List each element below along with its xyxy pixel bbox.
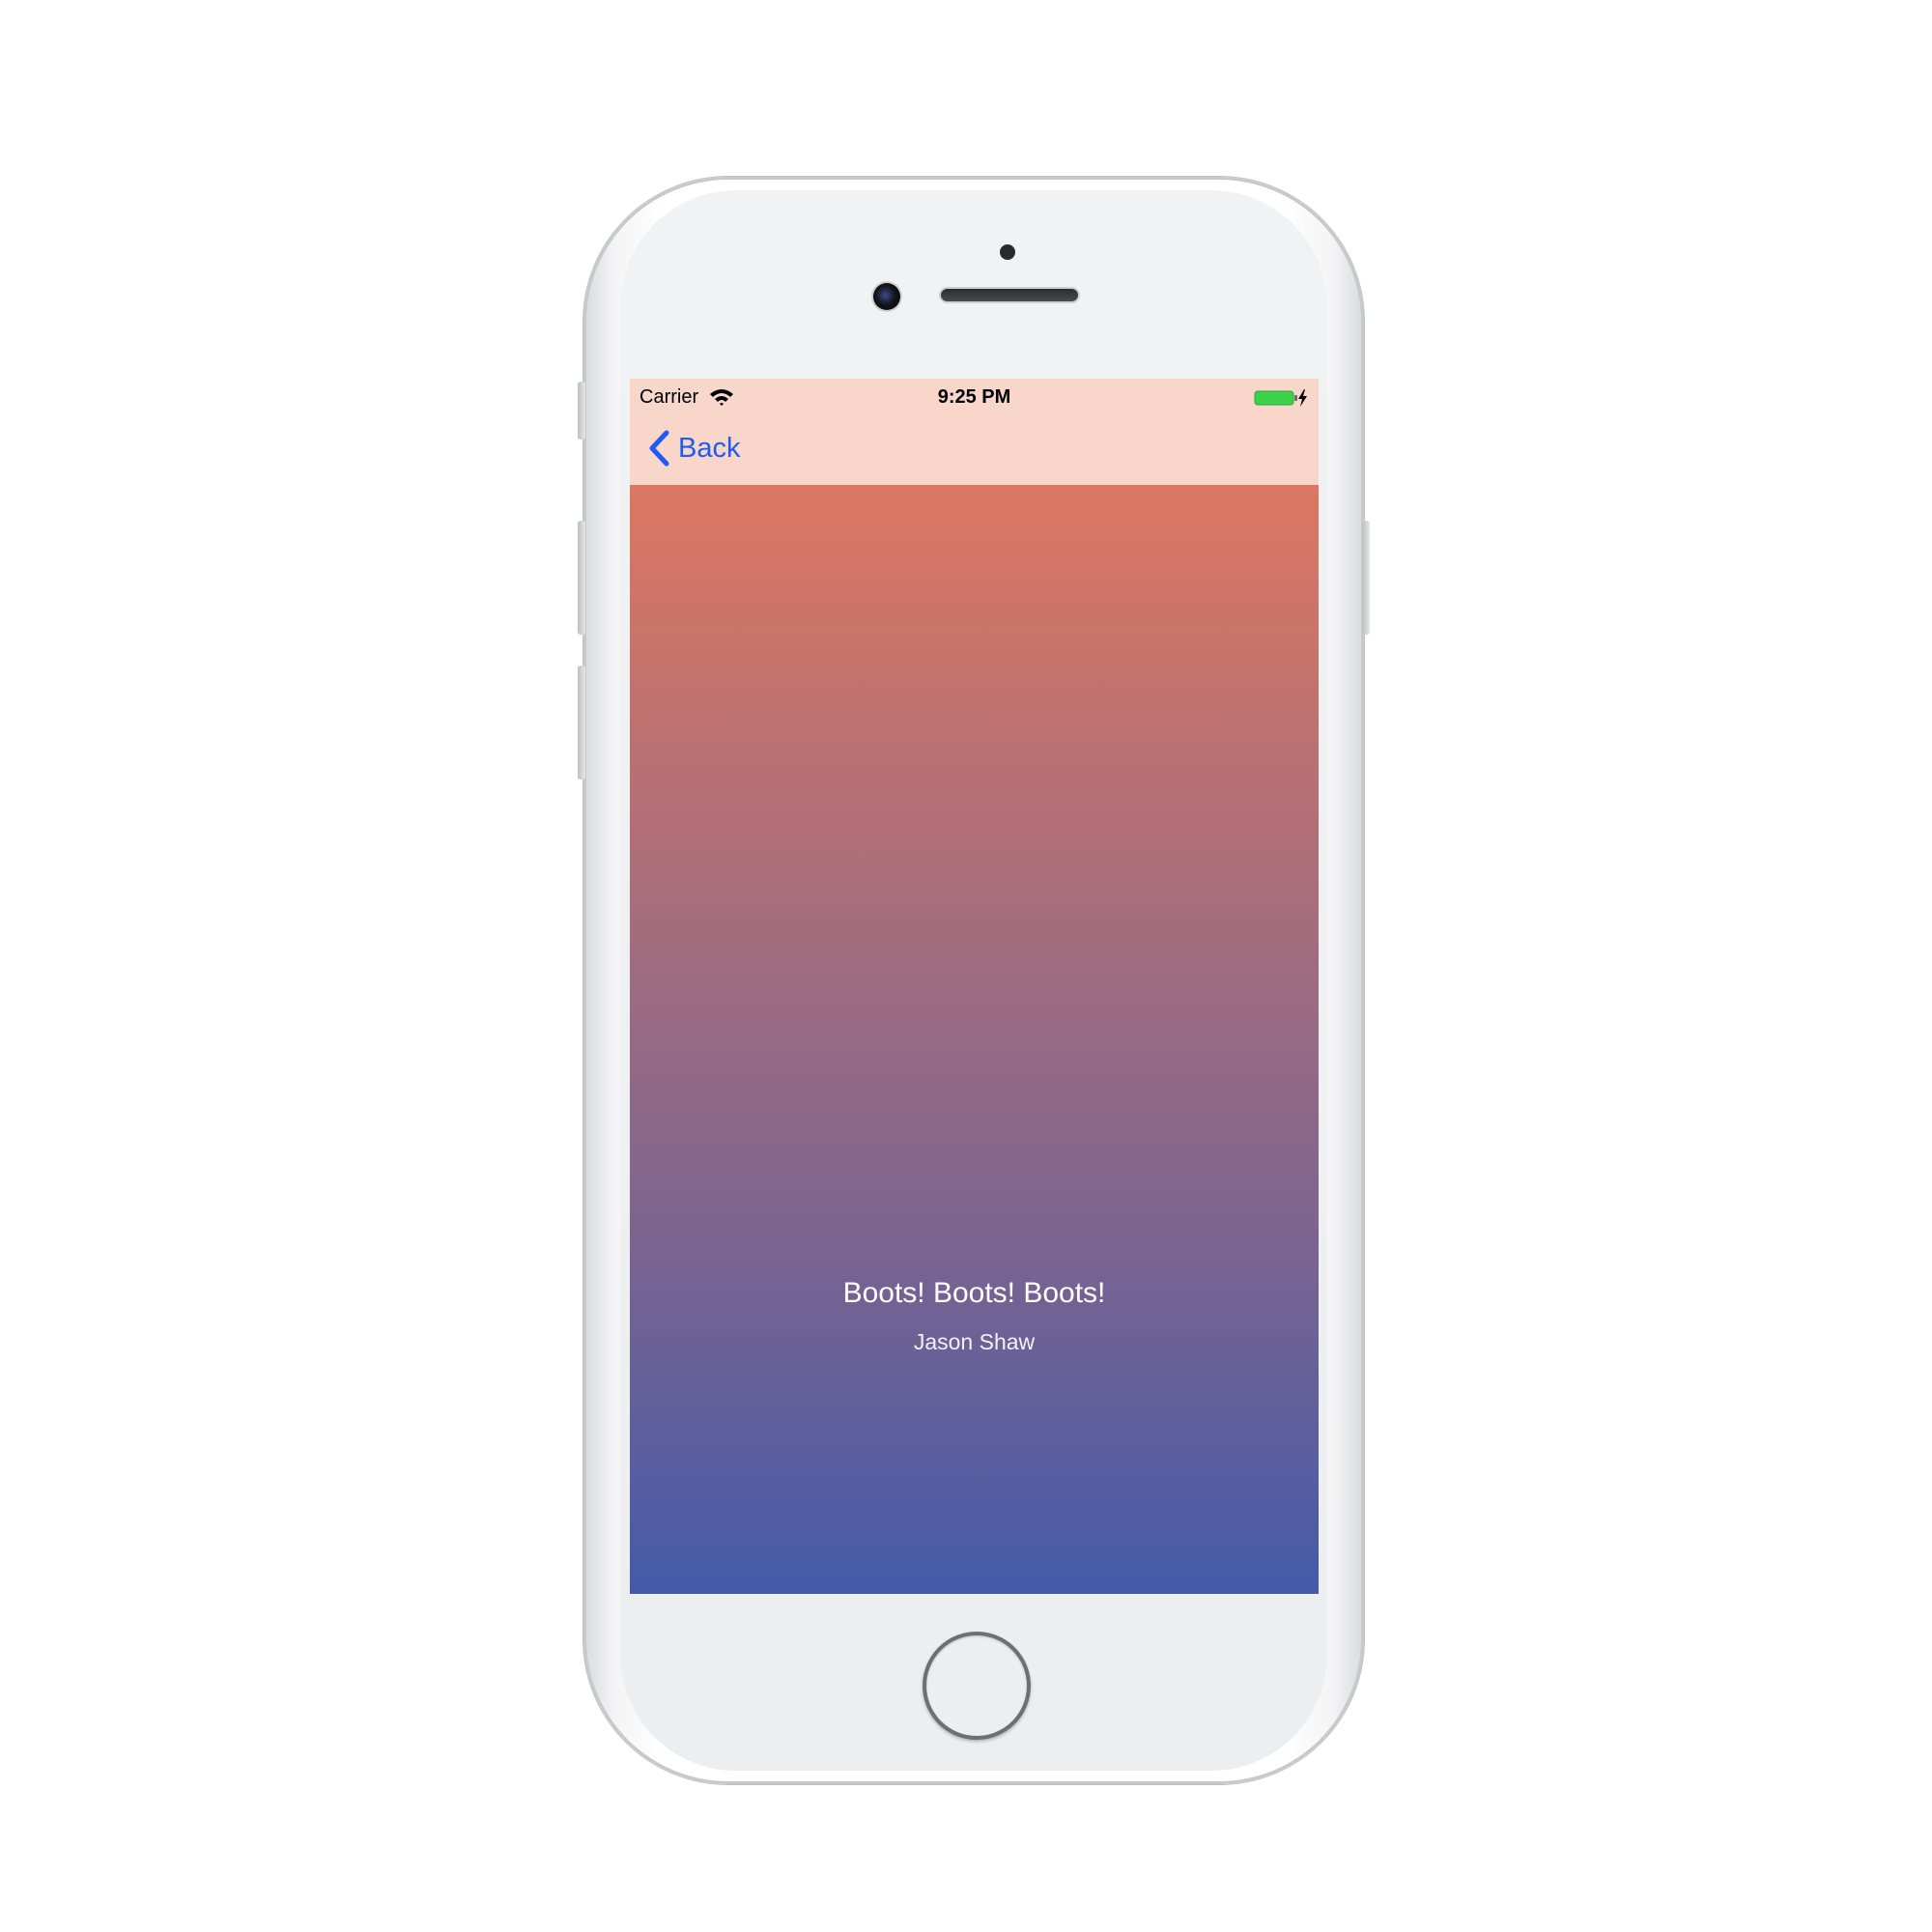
now-playing-view: Boots! Boots! Boots! Jason Shaw	[630, 485, 1319, 1594]
navigation-bar: Back	[630, 417, 1319, 485]
proximity-sensor	[1000, 244, 1015, 260]
home-button[interactable]	[923, 1632, 1031, 1740]
track-artist: Jason Shaw	[913, 1329, 1036, 1354]
back-button[interactable]: Back	[647, 425, 740, 471]
status-time: 9:25 PM	[937, 386, 1011, 408]
back-button-label: Back	[678, 432, 741, 464]
mute-switch	[578, 382, 585, 440]
device-mockup: Carrier 9:25 PM Back Boots! Boots! Boots…	[0, 0, 1932, 1932]
volume-up-button	[578, 521, 585, 635]
battery-icon	[1254, 389, 1307, 407]
status-bar: Carrier 9:25 PM	[630, 379, 1319, 417]
track-title: Boots! Boots! Boots!	[842, 1277, 1106, 1309]
phone-screen: Carrier 9:25 PM Back Boots! Boots! Boots…	[630, 379, 1319, 1594]
front-camera-icon	[873, 283, 900, 310]
power-button	[1362, 521, 1370, 635]
chevron-left-icon	[649, 430, 669, 467]
volume-down-button	[578, 666, 585, 780]
earpiece-speaker	[941, 289, 1078, 301]
